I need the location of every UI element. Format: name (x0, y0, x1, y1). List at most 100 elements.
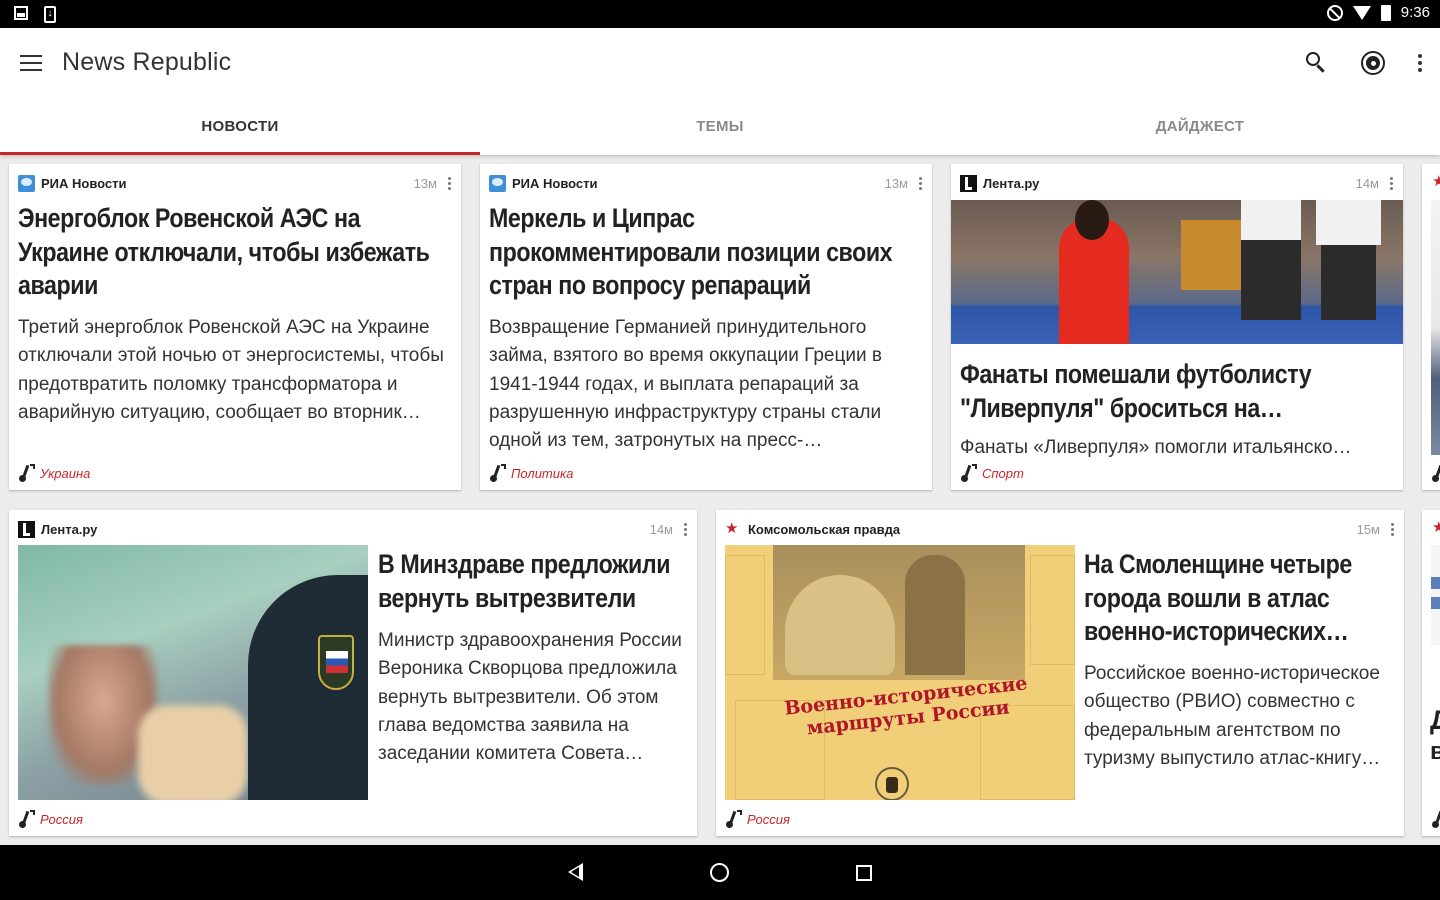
category-label: Россия (747, 811, 790, 827)
category-link[interactable]: Украина (18, 464, 90, 482)
more-vert-icon-dot (447, 186, 451, 190)
source-name: РИА Новости (512, 175, 598, 191)
source-name: Лента.ру (41, 521, 98, 537)
category-icon (725, 810, 743, 828)
category-icon-spark (972, 464, 977, 469)
article-image[interactable] (1431, 200, 1440, 455)
article-title[interactable]: В Минздраве предложили вернуть вытрезвит… (378, 548, 693, 615)
more-vert-icon-dot (1389, 181, 1393, 185)
article-image[interactable]: Военно-исторические маршруты России (725, 545, 1075, 800)
card-header: РИА Новости 13м (489, 173, 926, 193)
category-icon (18, 810, 36, 828)
card-more-button[interactable] (1385, 174, 1397, 192)
app-bar: News Republic НОВОСТИ ТЕМЫ ДАЙДЖЕСТ (0, 28, 1440, 155)
kp-logo-icon (725, 519, 742, 538)
kp-logo-icon (1432, 518, 1440, 537)
article-description: Возвращение Германией принудительного за… (489, 317, 882, 452)
article-card[interactable]: Лента.ру 14м В Минздраве предложили верн… (9, 510, 697, 836)
more-vert-icon-dot (1418, 68, 1422, 72)
emblem-icon (875, 767, 909, 800)
more-vert-icon-dot (1418, 61, 1422, 65)
more-vert-icon-dot (683, 532, 687, 536)
app-title: News Republic (62, 48, 232, 76)
back-icon[interactable] (568, 863, 583, 881)
card-more-button[interactable] (443, 174, 455, 192)
article-image[interactable] (951, 200, 1403, 344)
tab-topics[interactable]: ТЕМЫ (480, 108, 960, 155)
image-detail (905, 555, 965, 675)
card-header: Лента.ру 14м (960, 173, 1397, 193)
image-detail (1241, 240, 1301, 320)
lenta-ru-logo-icon (960, 174, 977, 192)
category-label: Россия (40, 811, 83, 827)
image-detail (1241, 200, 1301, 240)
article-card[interactable]: РИА Новости 13м Энергоблок Ровенской АЭС… (9, 164, 461, 490)
tab-digest[interactable]: ДАЙДЖЕСТ (960, 108, 1440, 155)
card-header: Лента.ру 14м (18, 519, 691, 539)
image-detail (725, 555, 765, 675)
article-card[interactable]: Лента.ру 14м Фанаты помешали футболисту … (951, 164, 1403, 490)
more-vert-icon (683, 522, 687, 526)
peek-article-card[interactable] (1422, 164, 1440, 490)
tab-news[interactable]: НОВОСТИ (0, 108, 480, 155)
image-detail (1321, 245, 1376, 320)
article-description: Фанаты «Ливерпуля» помогли итальянско… (960, 437, 1352, 458)
category-icon-spark (501, 464, 506, 469)
category-icon-spark (30, 810, 35, 815)
more-vert-icon (1390, 522, 1394, 526)
peek-article-card[interactable]: Д в (1422, 510, 1440, 836)
article-time: 14м (1355, 175, 1379, 191)
more-vert-icon (1389, 176, 1393, 180)
article-description: Третий энергоблок Ровенской АЭС на Украи… (18, 317, 444, 423)
category-label: Спорт (982, 465, 1024, 481)
more-options-button[interactable] (1416, 50, 1424, 76)
article-image[interactable] (18, 545, 368, 800)
article-card[interactable]: Комсомольская правда 15м Военно-историче… (716, 510, 1404, 836)
hamburger-icon (20, 55, 42, 57)
card-more-button[interactable] (1386, 520, 1398, 538)
category-label: Украина (40, 465, 91, 481)
radar-button[interactable] (1360, 50, 1386, 76)
card-header: Комсомольская правда 15м (725, 519, 1398, 539)
image-detail (1181, 220, 1241, 290)
more-vert-icon-dot (1390, 527, 1394, 531)
category-label: Политика (511, 465, 574, 481)
hamburger-icon-line (20, 69, 42, 71)
article-image[interactable] (1431, 545, 1440, 645)
more-vert-icon-dot (447, 181, 451, 185)
wifi-icon (1352, 5, 1371, 20)
article-time: 15м (1356, 521, 1380, 537)
image-detail (1431, 577, 1440, 589)
article-title-fragment: Д (1430, 705, 1440, 735)
recents-icon[interactable] (856, 865, 872, 881)
menu-button[interactable] (20, 55, 42, 73)
category-link[interactable]: Россия (18, 810, 83, 828)
card-more-button[interactable] (914, 174, 926, 192)
image-detail (318, 635, 354, 690)
article-title[interactable]: На Смоленщине четыре города вошли в атла… (1084, 548, 1399, 649)
more-vert-icon (447, 176, 451, 180)
category-icon (960, 464, 978, 482)
card-more-button[interactable] (679, 520, 691, 538)
article-card[interactable]: РИА Новости 13м Меркель и Ципрас прокомм… (480, 164, 932, 490)
category-link[interactable]: Политика (489, 464, 573, 482)
status-bar: ↓ 9:36 (0, 0, 1440, 28)
search-button[interactable] (1304, 50, 1330, 76)
ria-novosti-logo-icon (18, 174, 35, 192)
tab-bar: НОВОСТИ ТЕМЫ ДАЙДЖЕСТ (0, 108, 1440, 155)
ria-novosti-logo-icon (489, 174, 506, 192)
home-icon[interactable] (710, 863, 729, 882)
source-name: Комсомольская правда (748, 521, 901, 537)
category-icon (489, 464, 507, 482)
navigation-bar (0, 845, 1440, 900)
article-title[interactable]: Энергоблок Ровенской АЭС на Украине откл… (18, 202, 448, 303)
kp-logo-icon (1432, 172, 1440, 191)
category-link[interactable]: Россия (725, 810, 790, 828)
image-detail (248, 575, 368, 800)
category-link[interactable]: Спорт (960, 464, 1024, 482)
category-icon (1431, 464, 1440, 482)
article-title[interactable]: Фанаты помешали футболисту "Ливерпуля" б… (960, 358, 1400, 425)
article-title-fragment: в (1430, 738, 1440, 765)
do-not-disturb-icon (1326, 4, 1343, 21)
article-title[interactable]: Меркель и Ципрас прокомментировали позиц… (489, 202, 929, 303)
